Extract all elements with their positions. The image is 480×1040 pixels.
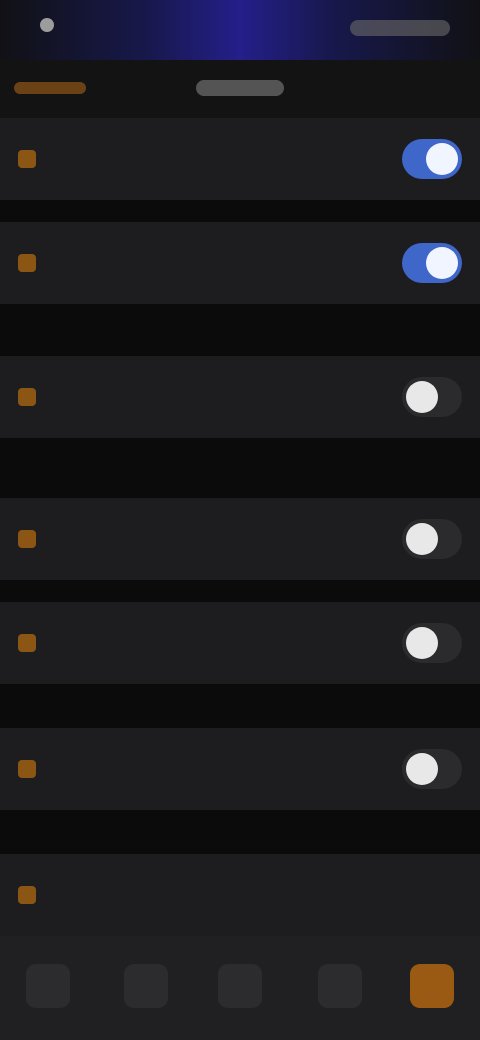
toggle-switch[interactable]: [402, 243, 462, 283]
toggle-knob: [406, 523, 438, 555]
setting-row[interactable]: [0, 602, 480, 684]
toggle-knob: [426, 143, 458, 175]
setting-row[interactable]: [0, 854, 480, 936]
tab-left[interactable]: [14, 82, 86, 94]
nav-item-1[interactable]: [26, 964, 70, 1008]
setting-row[interactable]: [0, 728, 480, 810]
toggle-switch[interactable]: [402, 749, 462, 789]
nav-item-3[interactable]: [218, 964, 262, 1008]
toggle-knob: [406, 381, 438, 413]
setting-row[interactable]: [0, 498, 480, 580]
setting-icon: [18, 254, 36, 272]
bottom-navigation: [0, 936, 480, 1040]
nav-item-5[interactable]: [410, 964, 454, 1008]
toggle-switch[interactable]: [402, 377, 462, 417]
status-icon: [40, 18, 54, 32]
toggle-switch[interactable]: [402, 623, 462, 663]
setting-icon: [18, 886, 36, 904]
setting-icon: [18, 634, 36, 652]
toggle-knob: [426, 247, 458, 279]
setting-row[interactable]: [0, 118, 480, 200]
status-bar: [0, 0, 480, 60]
toggle-knob: [406, 627, 438, 659]
tab-center[interactable]: [196, 80, 284, 96]
row-divider: [0, 200, 480, 222]
setting-icon: [18, 388, 36, 406]
status-indicators: [350, 20, 450, 36]
setting-icon: [18, 530, 36, 548]
row-divider: [0, 304, 480, 356]
nav-item-2[interactable]: [124, 964, 168, 1008]
row-divider: [0, 810, 480, 854]
setting-row[interactable]: [0, 222, 480, 304]
top-tabs: [0, 60, 480, 119]
toggle-switch[interactable]: [402, 139, 462, 179]
setting-icon: [18, 760, 36, 778]
setting-row[interactable]: [0, 356, 480, 438]
nav-item-4[interactable]: [318, 964, 362, 1008]
settings-list: [0, 118, 480, 936]
setting-icon: [18, 150, 36, 168]
row-divider: [0, 580, 480, 602]
row-divider: [0, 684, 480, 728]
row-divider: [0, 438, 480, 498]
toggle-knob: [406, 753, 438, 785]
toggle-switch[interactable]: [402, 519, 462, 559]
